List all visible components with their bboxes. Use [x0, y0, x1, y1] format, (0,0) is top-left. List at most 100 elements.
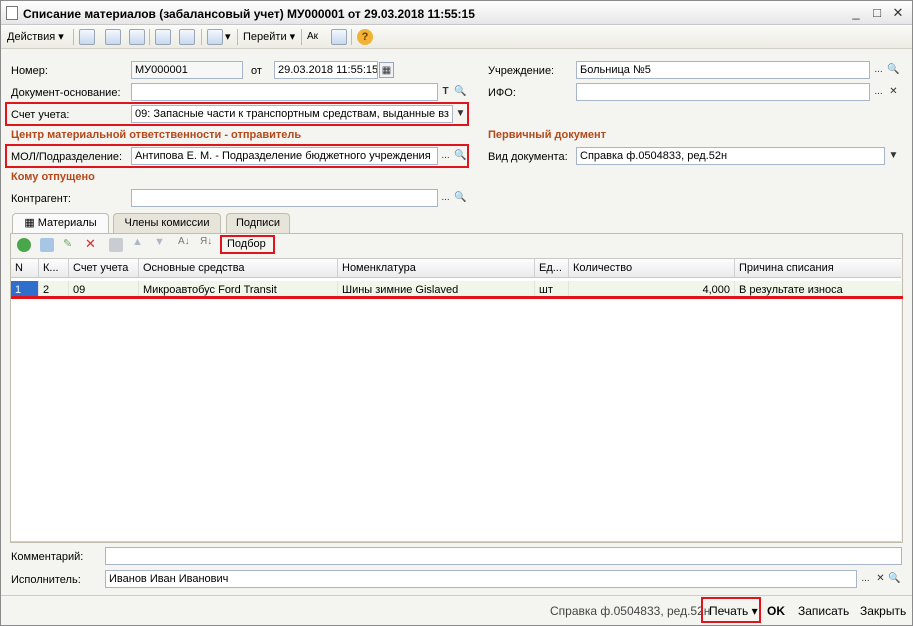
copy-document-icon[interactable] [155, 29, 171, 45]
ok-button[interactable]: OK [767, 603, 785, 619]
ifo-label: ИФО: [488, 87, 516, 99]
chevron-down-icon[interactable]: ▼ [453, 106, 468, 122]
date-field[interactable]: 29.03.2018 11:55:15 [274, 61, 378, 79]
sort-asc-icon[interactable]: A↓ [178, 236, 190, 247]
help-icon[interactable]: ? [357, 29, 373, 45]
edit-icon[interactable]: ✎ [63, 237, 72, 250]
pick-button[interactable]: Подбор [227, 238, 266, 250]
toolbar-separator [351, 29, 352, 45]
toolbar-separator [73, 29, 74, 45]
move-up-icon[interactable]: ▲ [132, 236, 143, 248]
base-document-label: Документ-основание: [11, 87, 121, 99]
base-document-field[interactable] [131, 83, 438, 101]
primary-doc-section-title: Первичный документ [488, 129, 606, 141]
minimize-button[interactable]: _ [847, 5, 865, 21]
search-icon[interactable]: 🔍 [453, 190, 468, 206]
institution-field[interactable]: Больница №5 [576, 61, 870, 79]
institution-label: Учреждение: [488, 65, 555, 77]
counterparty-field[interactable] [131, 189, 438, 207]
doc-type-field[interactable]: Справка ф.0504833, ред.52н [576, 147, 885, 165]
search-icon[interactable]: 🔍 [886, 62, 901, 78]
recipient-section-title: Кому отпущено [11, 171, 95, 183]
counterparty-label: Контрагент: [11, 193, 71, 205]
clear-icon[interactable]: ✕ [873, 571, 888, 587]
footer-bar: Справка ф.0504833, ред.52н Печать ▾ OK З… [1, 595, 912, 625]
col-header-account[interactable]: Счет учета [69, 259, 139, 277]
clear-icon[interactable]: ✕ [886, 84, 901, 100]
ellipsis-button[interactable]: ... [858, 571, 873, 587]
mol-field[interactable]: Антипова Е. М. - Подразделение бюджетног… [131, 147, 438, 165]
ellipsis-button[interactable]: ... [438, 190, 453, 206]
comment-label: Комментарий: [11, 551, 84, 563]
search-icon[interactable]: 🔍 [887, 571, 902, 587]
number-label: Номер: [11, 65, 48, 77]
col-header-reason[interactable]: Причина списания [735, 259, 901, 277]
post-and-close-icon[interactable] [79, 29, 95, 45]
toolbar-separator [149, 29, 150, 45]
actions-menu-label: Действия [7, 31, 56, 43]
actions-menu[interactable]: Действия ▾ [7, 29, 64, 45]
doc-type-label: Вид документа: [488, 151, 568, 163]
sender-section-title: Центр материальной ответственности - отп… [11, 129, 302, 141]
toolbar-separator [201, 29, 202, 45]
toolbar-separator [237, 29, 238, 45]
col-header-unit[interactable]: Ед... [535, 259, 569, 277]
report-icon[interactable] [331, 29, 347, 45]
refresh-icon[interactable] [129, 29, 145, 45]
copy-row-icon[interactable] [40, 238, 54, 252]
tab-signatures-label: Подписи [236, 217, 280, 229]
col-header-k[interactable]: К... [39, 259, 69, 277]
toolbar: Действия ▾ ▾ Перейти ▾ Aк ? [1, 25, 912, 49]
col-header-n[interactable]: N [11, 259, 39, 277]
structure-icon[interactable] [207, 29, 223, 45]
goto-menu[interactable]: Перейти ▾ [243, 29, 295, 45]
materials-table: 1 2 09 Микроавтобус Ford Transit Шины зи… [11, 278, 903, 542]
tab-commission-label: Члены комиссии [124, 217, 210, 229]
doc-print-link[interactable]: Справка ф.0504833, ред.52н [550, 603, 710, 619]
postings-icon[interactable]: Aк [307, 29, 318, 45]
executor-label: Исполнитель: [11, 574, 81, 586]
print-button[interactable]: Печать ▾ [709, 603, 758, 619]
document-icon [6, 6, 18, 20]
save-button[interactable]: Записать [798, 603, 849, 619]
comment-field[interactable] [105, 547, 902, 565]
move-down-icon[interactable]: ▼ [154, 236, 165, 248]
tab-materials-label: Материалы [37, 217, 97, 229]
ellipsis-button[interactable]: ... [871, 62, 886, 78]
add-icon[interactable] [17, 238, 31, 252]
ifo-field[interactable] [576, 83, 870, 101]
col-header-nomenclature[interactable]: Номенклатура [338, 259, 535, 277]
calendar-icon[interactable]: ▦ [379, 62, 394, 78]
delete-icon[interactable]: ✕ [85, 236, 96, 252]
close-button[interactable]: ✕ [889, 5, 907, 21]
mol-label: МОЛ/Подразделение: [11, 151, 123, 163]
highlight-row-underline [11, 296, 903, 299]
date-prefix-label: от [251, 65, 262, 77]
tab-signatures[interactable]: Подписи [226, 213, 290, 233]
col-header-quantity[interactable]: Количество [569, 259, 735, 277]
chevron-down-icon[interactable]: ▼ [886, 148, 901, 164]
search-icon[interactable]: 🔍 [453, 84, 468, 100]
post-icon[interactable] [105, 29, 121, 45]
col-header-fixed-assets[interactable]: Основные средства [139, 259, 338, 277]
structure-dropdown[interactable]: ▾ [225, 29, 231, 45]
tab-commission[interactable]: Члены комиссии [113, 213, 221, 233]
ellipsis-button[interactable]: ... [871, 84, 886, 100]
ellipsis-button[interactable]: ... [438, 148, 453, 164]
end-edit-icon[interactable] [109, 238, 123, 252]
sort-desc-icon[interactable]: Я↓ [200, 236, 212, 247]
goto-menu-label: Перейти [243, 31, 287, 43]
executor-field[interactable]: Иванов Иван Иванович [105, 570, 857, 588]
window-title: Списание материалов (забалансовый учет) … [23, 7, 475, 21]
account-field[interactable]: 09: Запасные части к транспортным средст… [131, 105, 453, 123]
maximize-button[interactable]: □ [868, 5, 886, 21]
table-header: N К... Счет учета Основные средства Номе… [11, 258, 901, 278]
search-icon[interactable]: 🔍 [453, 148, 468, 164]
type-select-icon[interactable]: T [438, 84, 453, 100]
close-form-button[interactable]: Закрыть [860, 603, 906, 619]
title-bar: Списание материалов (забалансовый учет) … [1, 1, 912, 25]
number-field[interactable]: МУ000001 [131, 61, 243, 79]
create-on-basis-icon[interactable] [179, 29, 195, 45]
tab-materials[interactable]: ▦ Материалы [12, 213, 109, 234]
document-window: Списание материалов (забалансовый учет) … [0, 0, 913, 626]
